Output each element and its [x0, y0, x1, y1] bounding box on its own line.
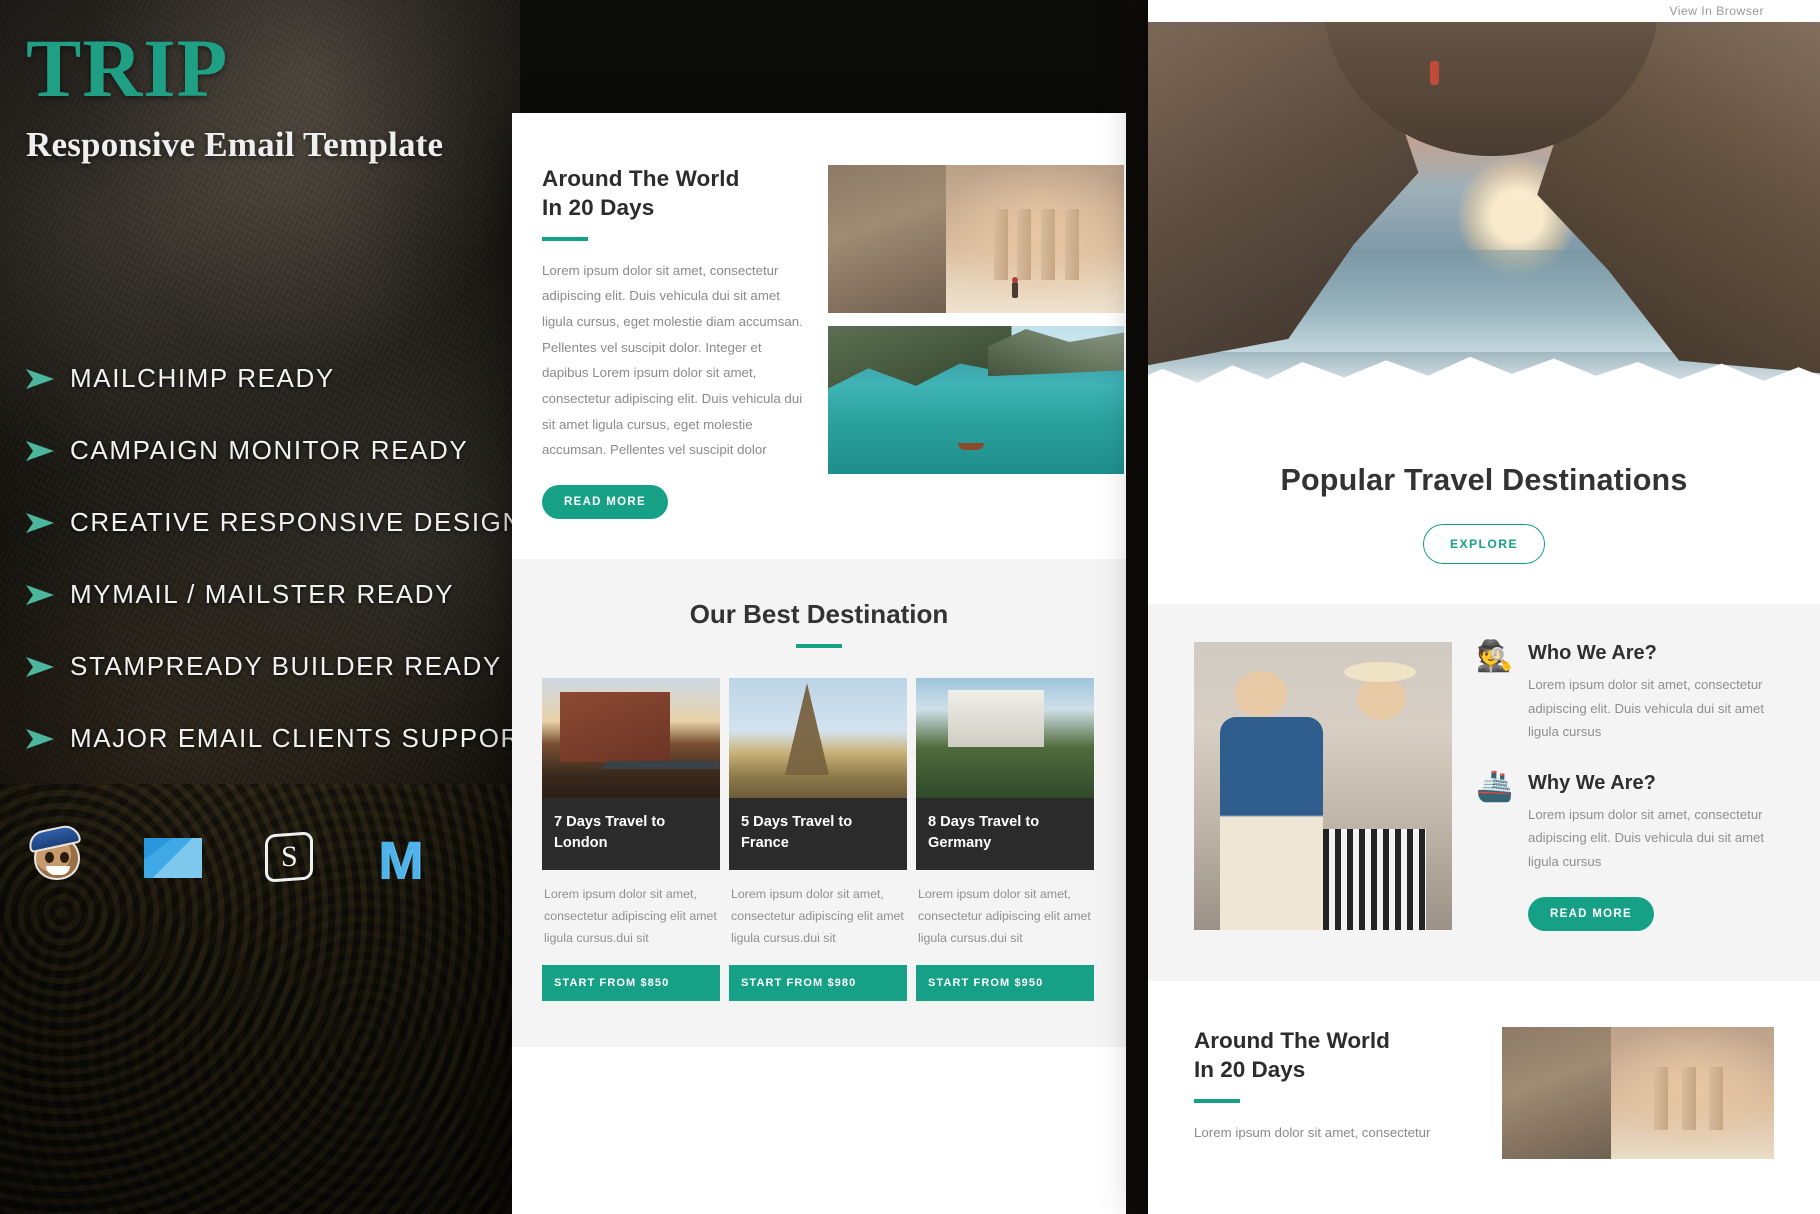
feature-label: MAJOR EMAIL CLIENTS SUPPORT	[70, 723, 520, 754]
page-subtitle: Responsive Email Template	[26, 124, 444, 164]
feature-item: MAJOR EMAIL CLIENTS SUPPORT	[26, 703, 520, 775]
destination-card-title: 5 Days Travel to France	[729, 797, 907, 871]
feature-label: MAILCHIMP READY	[70, 363, 335, 394]
about-section: 🕵️ Who We Are? Lorem ipsum dolor sit ame…	[1148, 604, 1820, 981]
stampready-icon: S	[258, 826, 320, 888]
promo-hero-panel: TRIP Responsive Email Template MAILCHIMP…	[0, 0, 520, 1214]
feature-item: CREATIVE RESPONSIVE DESIGN	[26, 487, 520, 559]
about-block-heading: Who We Are?	[1528, 642, 1657, 664]
article-body: Lorem ipsum dolor sit amet, consectetur …	[542, 262, 803, 458]
petra-treasury-photo	[828, 165, 1124, 313]
bottom-article-heading-line1: Around The World	[1194, 1028, 1390, 1053]
destination-card[interactable]: 5 Days Travel to France Lorem ipsum dolo…	[729, 677, 907, 1002]
destination-card-grid: 7 Days Travel to London Lorem ipsum dolo…	[542, 677, 1096, 1002]
article-section: Around The World In 20 Days Lorem ipsum …	[512, 113, 1126, 559]
start-from-price-button[interactable]: START FROM $980	[729, 965, 907, 1002]
view-in-browser-link[interactable]: View In Browser	[1669, 4, 1764, 18]
neuschwanstein-castle-photo	[916, 677, 1094, 798]
heading-underline	[542, 236, 588, 241]
bottom-article-heading-line2: In 20 Days	[1194, 1056, 1306, 1082]
feature-item: MAILCHIMP READY	[26, 343, 520, 415]
popular-destinations-title: Popular Travel Destinations	[1280, 463, 1688, 497]
about-block-text: Lorem ipsum dolor sit amet, consectetur …	[1528, 677, 1765, 739]
feature-label: STAMPREADY BUILDER READY	[70, 651, 502, 682]
best-destination-section: Our Best Destination 7 Days Travel to Lo…	[512, 558, 1126, 1048]
destination-card[interactable]: 7 Days Travel to London Lorem ipsum dolo…	[542, 677, 720, 1002]
best-destination-title: Our Best Destination	[689, 598, 949, 629]
destination-card-description: Lorem ipsum dolor sit amet, consectetur …	[918, 887, 1091, 945]
heading-underline	[1194, 1098, 1240, 1103]
email-client-logos: S M	[26, 822, 436, 891]
feature-item: MYMAIL / MAILSTER READY	[26, 559, 520, 631]
destination-card-description: Lorem ipsum dolor sit amet, consectetur …	[544, 887, 717, 945]
destination-card[interactable]: 8 Days Travel to Germany Lorem ipsum dol…	[916, 677, 1094, 1002]
alpine-lake-photo	[828, 326, 1124, 474]
arrow-right-icon	[26, 584, 70, 606]
section-underline	[796, 643, 842, 648]
feature-item: CAMPAIGN MONITOR READY	[26, 415, 520, 487]
arrow-right-icon	[26, 512, 70, 534]
feature-label: MYMAIL / MAILSTER READY	[70, 579, 455, 610]
page-title: TRIP	[26, 22, 229, 114]
mymail-icon: M	[378, 831, 423, 891]
arrow-right-icon	[26, 728, 70, 750]
explore-button[interactable]: EXPLORE	[1422, 524, 1546, 564]
bottom-article-body: Lorem ipsum dolor sit amet, consectetur	[1194, 1124, 1431, 1140]
feature-label: CAMPAIGN MONITOR READY	[70, 435, 469, 466]
hiker-figure	[1430, 61, 1440, 86]
right-email-preview: View In Browser Popular Travel Destinati…	[1148, 0, 1820, 1214]
screenshot-stage: TRIP Responsive Email Template MAILCHIMP…	[0, 0, 1820, 1214]
arrow-right-icon	[26, 440, 70, 462]
middle-email-preview: Around The World In 20 Days Lorem ipsum …	[512, 113, 1126, 1214]
article-heading: Around The World In 20 Days	[542, 165, 804, 223]
start-from-price-button[interactable]: START FROM $950	[916, 965, 1094, 1002]
popular-destinations-header: Popular Travel Destinations EXPLORE	[1148, 415, 1820, 564]
ship-icon: 🚢	[1476, 769, 1514, 803]
destination-card-title: 8 Days Travel to Germany	[916, 797, 1094, 871]
campaign-monitor-icon	[142, 826, 204, 888]
eiffel-tower-photo	[729, 677, 907, 798]
email-topbar: View In Browser	[1148, 0, 1820, 22]
read-more-button[interactable]: READ MORE	[542, 484, 668, 519]
about-block-heading: Why We Are?	[1528, 771, 1656, 794]
about-block: 🚢 Why We Are? Lorem ipsum dolor sit amet…	[1476, 769, 1774, 874]
about-block: 🕵️ Who We Are? Lorem ipsum dolor sit ame…	[1476, 642, 1774, 744]
feature-item: STAMPREADY BUILDER READY	[26, 631, 520, 703]
tourist-icon: 🕵️	[1476, 640, 1514, 673]
destination-card-description: Lorem ipsum dolor sit amet, consectetur …	[731, 887, 904, 945]
arrow-right-icon	[26, 368, 70, 390]
about-block-text: Lorem ipsum dolor sit amet, consectetur …	[1528, 806, 1765, 869]
destination-card-title: 7 Days Travel to London	[542, 797, 720, 871]
travel-couple-photo	[1194, 642, 1452, 930]
bottom-article-section: Around The World In 20 Days Lorem ipsum …	[1148, 981, 1820, 1159]
sea-arch-cliff-photo	[1148, 22, 1820, 415]
arrow-right-icon	[26, 656, 70, 678]
feature-list: MAILCHIMP READY CAMPAIGN MONITOR READY C…	[26, 343, 520, 775]
start-from-price-button[interactable]: START FROM $850	[542, 965, 720, 1002]
panel-gap	[1126, 0, 1148, 1214]
feature-label: CREATIVE RESPONSIVE DESIGN	[70, 507, 520, 538]
mailchimp-icon	[26, 822, 88, 888]
article-heading-line2: In 20 Days	[542, 194, 655, 220]
petra-treasury-photo	[1502, 1027, 1774, 1159]
article-heading-line1: Around The World	[542, 166, 740, 191]
about-read-more-button[interactable]: READ MORE	[1528, 897, 1654, 931]
hamburg-speicherstadt-photo	[542, 677, 720, 798]
bottom-article-heading: Around The World In 20 Days	[1194, 1027, 1476, 1085]
